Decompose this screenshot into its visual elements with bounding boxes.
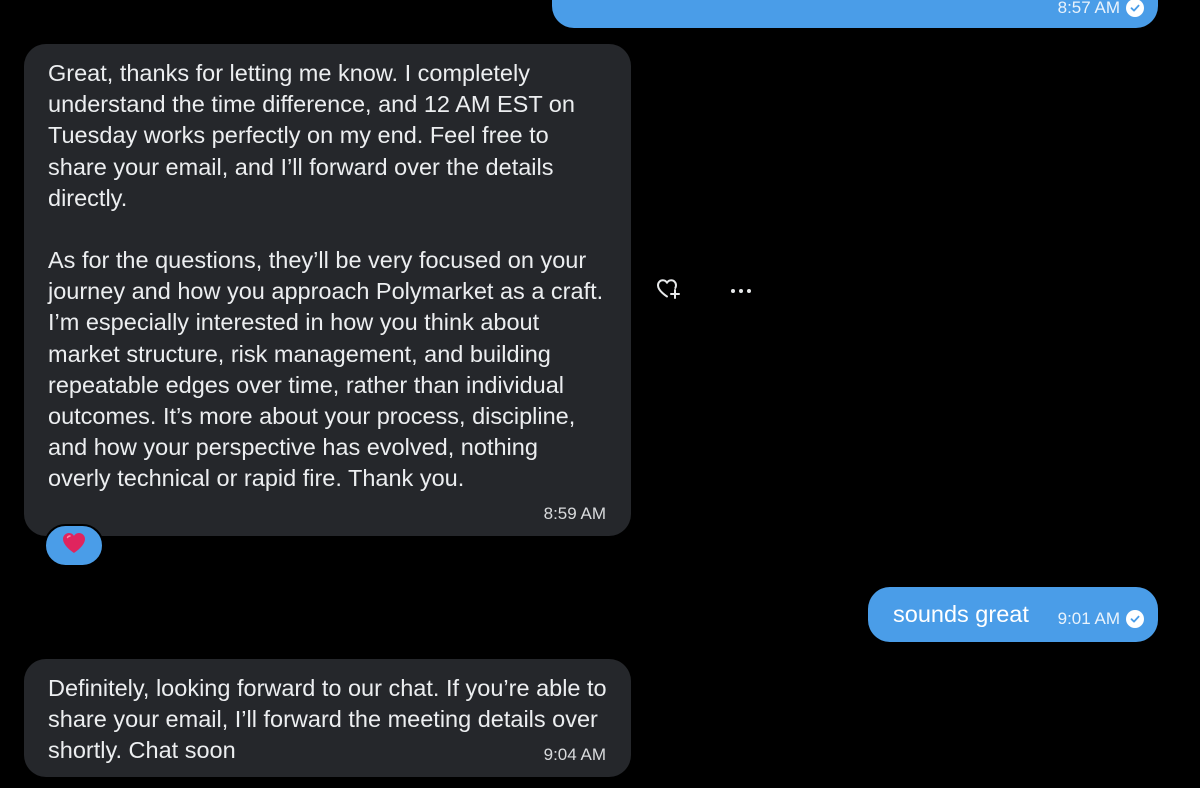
outgoing-message-bubble[interactable]: sounds great 9:01 AM: [868, 587, 1158, 642]
outgoing-message-bubble[interactable]: 8:57 AM: [552, 0, 1158, 28]
incoming-message-bubble[interactable]: Definitely, looking forward to our chat.…: [24, 659, 631, 777]
message-meta: 9:01 AM: [1058, 609, 1144, 629]
message-time: 9:01 AM: [1057, 608, 1120, 628]
message-time: 8:57 AM: [1057, 0, 1120, 17]
more-horizontal-icon: [729, 282, 753, 300]
more-options-button[interactable]: [724, 276, 758, 306]
message-time: 8:59 AM: [543, 504, 606, 523]
message-actions: [652, 276, 758, 306]
incoming-message-bubble[interactable]: Great, thanks for letting me know. I com…: [24, 44, 631, 536]
chat-thread: 8:57 AM Great, thanks for letting me kno…: [0, 0, 1200, 788]
red-heart-icon: [61, 531, 87, 560]
reaction-pill[interactable]: [44, 524, 104, 567]
message-paragraph: Great, thanks for letting me know. I com…: [48, 60, 575, 211]
message-paragraph: As for the questions, they’ll be very fo…: [48, 247, 604, 492]
message-time: 9:04 AM: [543, 745, 606, 764]
read-receipt-check-icon: [1126, 0, 1144, 17]
add-reaction-button[interactable]: [652, 276, 686, 306]
read-receipt-check-icon: [1126, 609, 1144, 628]
message-text: sounds great: [893, 601, 1029, 627]
message-meta: 8:57 AM: [1058, 0, 1144, 18]
heart-plus-icon: [655, 277, 683, 306]
message-text: Definitely, looking forward to our chat.…: [48, 675, 607, 764]
